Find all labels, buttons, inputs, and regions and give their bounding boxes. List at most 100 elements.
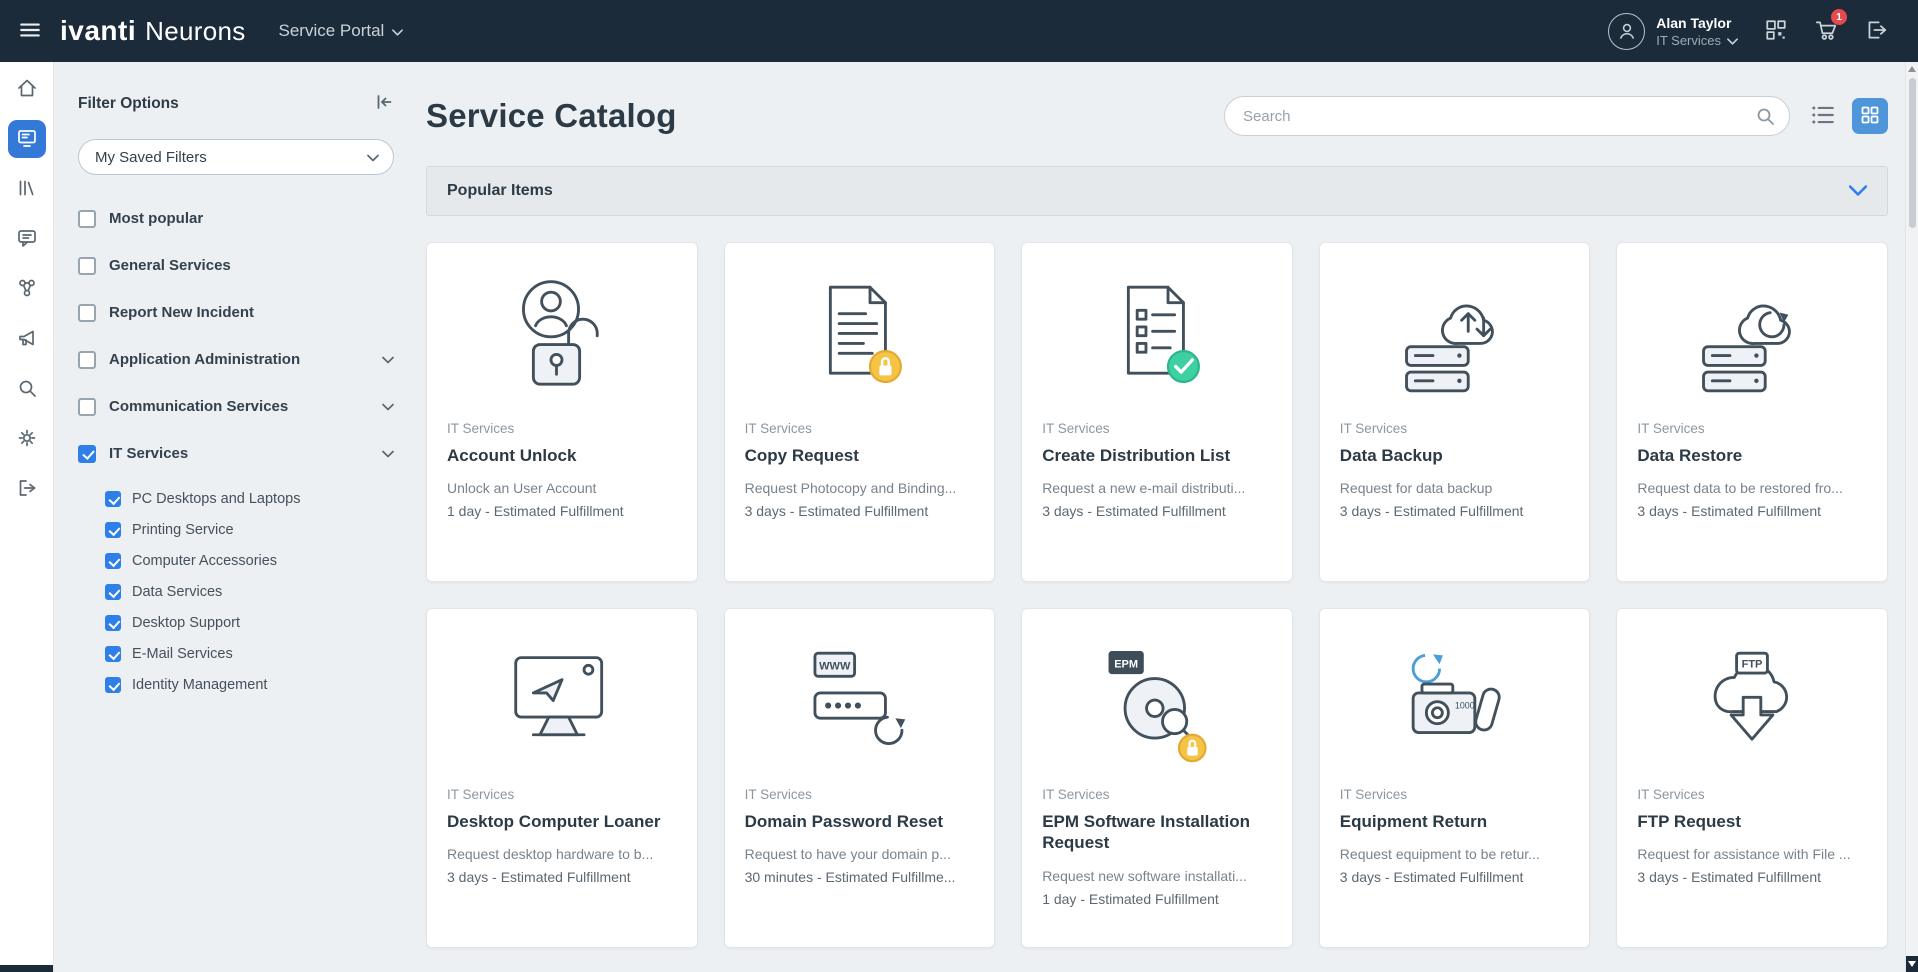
filter-child-desktop-support[interactable]: Desktop Support xyxy=(105,607,394,638)
checkbox[interactable] xyxy=(78,351,96,369)
search-input[interactable] xyxy=(1224,96,1790,136)
filter-option-application-administration[interactable]: Application Administration xyxy=(78,336,394,383)
card-category: IT Services xyxy=(1340,421,1570,436)
rail-item-settings[interactable] xyxy=(8,420,46,458)
checkbox-checked[interactable] xyxy=(105,677,121,693)
checkbox-checked[interactable] xyxy=(105,491,121,507)
card-category: IT Services xyxy=(447,787,677,802)
catalog-card-desktop-computer-loaner[interactable]: IT Services Desktop Computer Loaner Requ… xyxy=(426,608,698,948)
filter-option-most-popular[interactable]: Most popular xyxy=(78,195,394,242)
portal-label: Service Portal xyxy=(279,21,385,41)
card-category: IT Services xyxy=(1340,787,1570,802)
catalog-card-create-distribution-list[interactable]: IT Services Create Distribution List Req… xyxy=(1021,242,1293,582)
catalog-card-epm-software-installation[interactable]: EPM IT Services EPM Software Installatio… xyxy=(1021,608,1293,948)
filter-child-email-services[interactable]: E-Mail Services xyxy=(105,638,394,669)
hamburger-menu-button[interactable] xyxy=(0,0,60,62)
filter-child-pc-desktops[interactable]: PC Desktops and Laptops xyxy=(105,483,394,514)
cart-button[interactable]: 1 xyxy=(1814,18,1838,45)
card-category: IT Services xyxy=(745,421,975,436)
card-title: Equipment Return xyxy=(1340,811,1570,832)
grid-view-button[interactable] xyxy=(1852,98,1888,134)
chevron-down-icon[interactable] xyxy=(382,445,394,463)
catalog-card-data-restore[interactable]: IT Services Data Restore Request data to… xyxy=(1616,242,1888,582)
collapse-panel-button[interactable] xyxy=(374,92,394,115)
rail-item-connections[interactable] xyxy=(8,270,46,308)
card-title: EPM Software Installation Request xyxy=(1042,811,1272,854)
icon-rail xyxy=(0,62,54,972)
sign-out-icon xyxy=(16,477,38,502)
cart-icon xyxy=(1814,30,1838,45)
filter-sidebar: Filter Options My Saved Filters Most pop… xyxy=(54,62,420,972)
filter-option-communication-services[interactable]: Communication Services xyxy=(78,383,394,430)
card-description: Request Photocopy and Binding... xyxy=(745,480,975,496)
catalog-card-account-unlock[interactable]: IT Services Account Unlock Unlock an Use… xyxy=(426,242,698,582)
checkbox-checked[interactable] xyxy=(105,584,121,600)
svg-text:1000: 1000 xyxy=(1455,700,1475,710)
catalog-card-equipment-return[interactable]: 1000 IT Services Equipment Return Reques… xyxy=(1319,608,1591,948)
catalog-card-copy-request[interactable]: IT Services Copy Request Request Photoco… xyxy=(724,242,996,582)
user-name: Alan Taylor xyxy=(1656,14,1738,33)
rail-item-chat[interactable] xyxy=(8,220,46,258)
card-category: IT Services xyxy=(1637,421,1867,436)
filter-option-report-new-incident[interactable]: Report New Incident xyxy=(78,289,394,336)
chevron-down-icon[interactable] xyxy=(382,351,394,369)
card-description: Request to have your domain p... xyxy=(745,846,975,862)
filter-child-computer-accessories[interactable]: Computer Accessories xyxy=(105,545,394,576)
filter-child-label: Data Services xyxy=(132,584,222,600)
brand-neurons: Neurons xyxy=(145,16,245,47)
checkbox-checked[interactable] xyxy=(105,615,121,631)
search-box xyxy=(1224,96,1790,136)
brand-logo: ivanti Neurons xyxy=(60,15,246,47)
card-title: Create Distribution List xyxy=(1042,445,1272,466)
filter-option-it-services[interactable]: IT Services xyxy=(78,430,394,477)
rail-item-sign-out[interactable] xyxy=(8,470,46,508)
rail-item-library[interactable] xyxy=(8,170,46,208)
checkbox-checked[interactable] xyxy=(105,553,121,569)
list-view-button[interactable] xyxy=(1810,102,1836,131)
checkbox-checked[interactable] xyxy=(105,522,121,538)
filter-list: Most popular General Services Report New… xyxy=(78,195,394,700)
checkbox-checked[interactable] xyxy=(105,646,121,662)
search-icon[interactable] xyxy=(1755,106,1775,131)
filter-child-printing-service[interactable]: Printing Service xyxy=(105,514,394,545)
rail-item-home[interactable] xyxy=(8,70,46,108)
checkbox-checked[interactable] xyxy=(78,445,96,463)
catalog-card-data-backup[interactable]: IT Services Data Backup Request for data… xyxy=(1319,242,1591,582)
scroll-up-arrow-icon[interactable] xyxy=(1908,66,1916,72)
filter-child-label: E-Mail Services xyxy=(132,646,233,662)
checkbox[interactable] xyxy=(78,398,96,416)
card-description: Request new software installati... xyxy=(1042,868,1272,884)
catalog-card-ftp-request[interactable]: FTP IT Services FTP Request Request for … xyxy=(1616,608,1888,948)
scrollbar-thumb[interactable] xyxy=(1909,78,1916,228)
rail-item-announcements[interactable] xyxy=(8,320,46,358)
popular-items-title: Popular Items xyxy=(447,182,553,200)
view-toggles xyxy=(1810,98,1888,134)
account-unlock-icon xyxy=(447,259,677,419)
home-icon xyxy=(16,77,38,102)
scroll-down-button[interactable] xyxy=(1906,956,1918,972)
filter-child-label: Computer Accessories xyxy=(132,553,277,569)
user-menu[interactable]: Alan Taylor IT Services xyxy=(1608,13,1738,50)
card-fulfillment: 3 days - Estimated Fulfillment xyxy=(1637,869,1867,885)
vertical-scrollbar[interactable] xyxy=(1905,62,1918,972)
filter-child-identity-management[interactable]: Identity Management xyxy=(105,669,394,700)
rail-item-service-catalog[interactable] xyxy=(8,120,46,158)
saved-filters-select[interactable]: My Saved Filters xyxy=(78,139,394,175)
catalog-card-domain-password-reset[interactable]: WWW IT Services Domain Password Reset Re… xyxy=(724,608,996,948)
popular-items-header[interactable]: Popular Items xyxy=(426,166,1888,216)
portal-switcher[interactable]: Service Portal xyxy=(262,21,404,41)
chevron-down-icon[interactable] xyxy=(382,398,394,416)
checkbox[interactable] xyxy=(78,210,96,228)
checkbox[interactable] xyxy=(78,257,96,275)
apps-button[interactable] xyxy=(1764,18,1788,45)
card-description: Request for assistance with File ... xyxy=(1637,846,1867,862)
collapse-section-button[interactable] xyxy=(1849,184,1867,199)
card-fulfillment: 3 days - Estimated Fulfillment xyxy=(1637,503,1867,519)
rail-item-search[interactable] xyxy=(8,370,46,408)
top-bar: ivanti Neurons Service Portal Alan Taylo… xyxy=(0,0,1918,62)
sign-out-button[interactable] xyxy=(1864,18,1888,45)
card-title: Data Backup xyxy=(1340,445,1570,466)
checkbox[interactable] xyxy=(78,304,96,322)
filter-child-data-services[interactable]: Data Services xyxy=(105,576,394,607)
filter-option-general-services[interactable]: General Services xyxy=(78,242,394,289)
